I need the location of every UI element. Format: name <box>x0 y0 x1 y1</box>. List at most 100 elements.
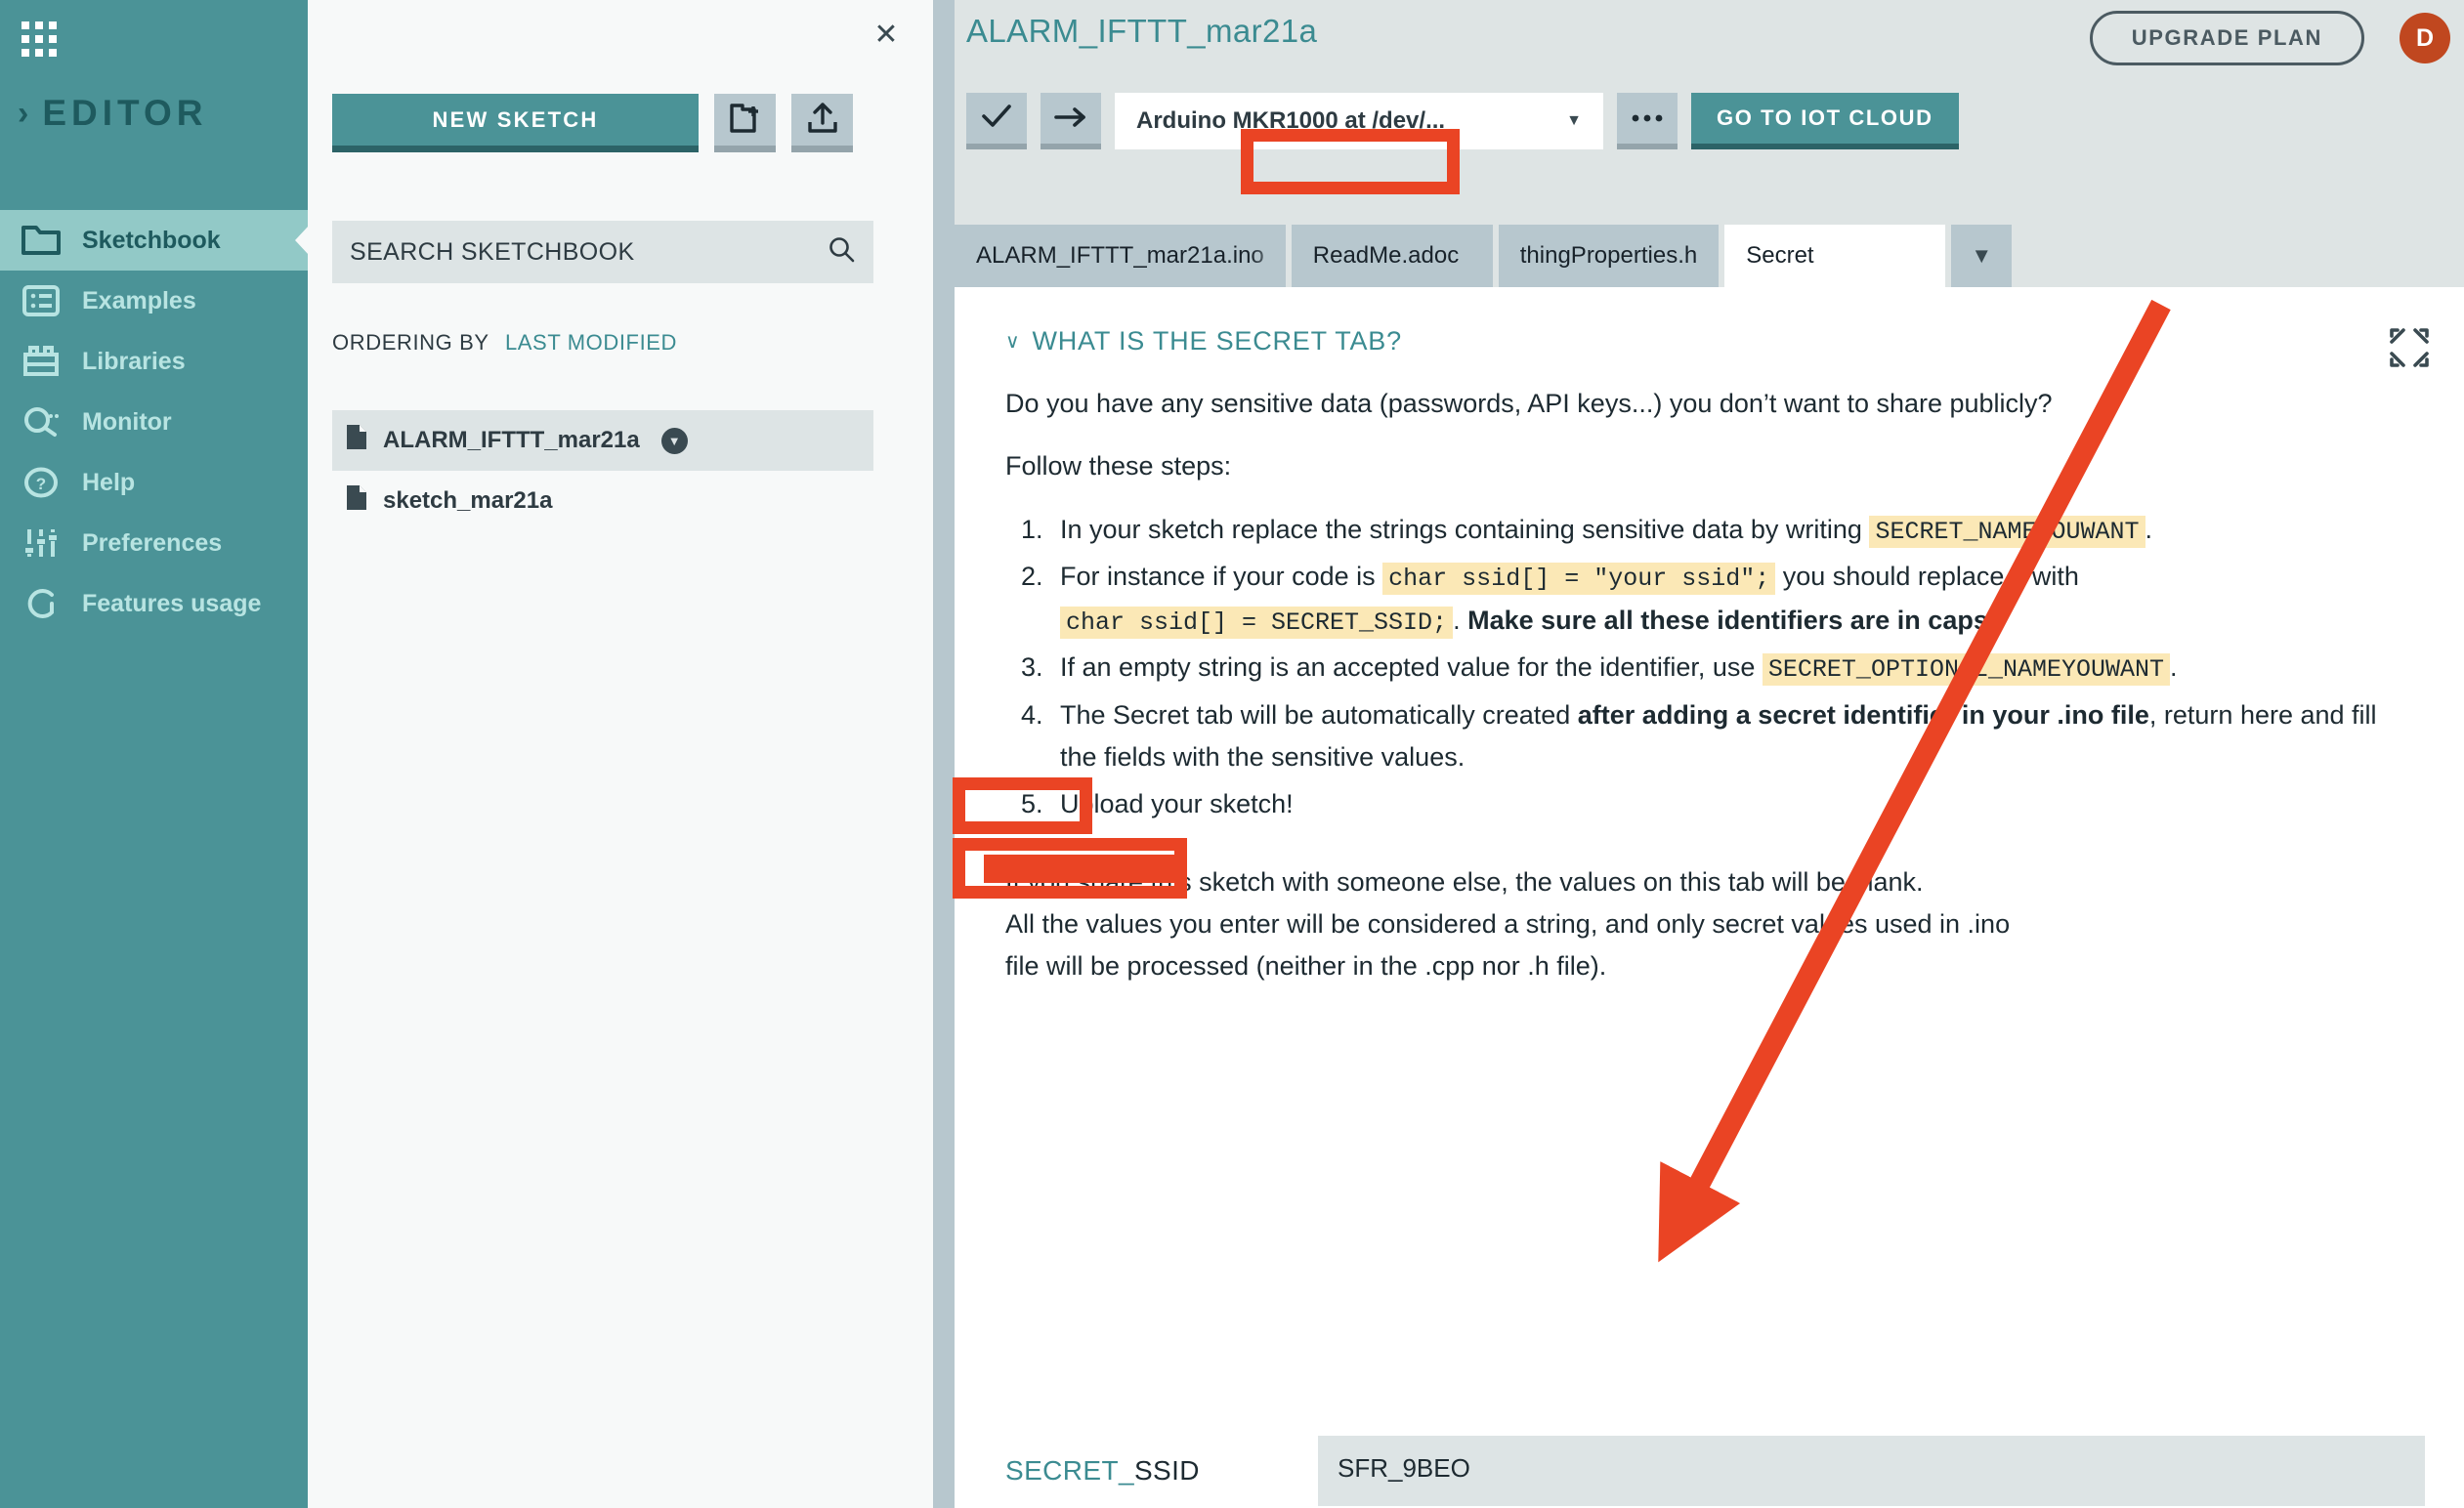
left-sidebar: › EDITOR Sketchbook Examples Libraries M… <box>0 0 308 1508</box>
sidebar-item-examples[interactable]: Examples <box>0 271 308 331</box>
magnifier-icon <box>21 402 61 441</box>
list-item[interactable]: ALARM_IFTTT_mar21a ▼ <box>332 410 873 471</box>
expand-fullscreen-icon[interactable] <box>2386 324 2433 371</box>
section-header[interactable]: ∨ WHAT IS THE SECRET TAB? <box>1005 326 2413 356</box>
file-icon <box>346 484 367 518</box>
apps-grid-icon[interactable] <box>21 21 63 63</box>
question-circle-icon: ? <box>21 463 61 502</box>
main-panel: ALARM_IFTTT_mar21a Arduino MKR1000 at /d… <box>955 0 2464 1508</box>
sidebar-item-help[interactable]: ? Help <box>0 452 308 513</box>
sketch-name: sketch_mar21a <box>383 487 553 514</box>
tab-label: thingProperties.h <box>1519 242 1698 269</box>
list-icon <box>21 281 61 320</box>
sidebar-item-label: Monitor <box>82 407 172 436</box>
step-2-period-a: . <box>1453 605 1461 635</box>
search-input[interactable] <box>350 237 828 267</box>
sketchbook-actions: NEW SKETCH <box>332 94 853 152</box>
tab-label: Secret <box>1746 242 1814 269</box>
chevron-down-icon: ▼ <box>1566 112 1582 129</box>
logo-chevron-icon: › <box>18 95 34 132</box>
sidebar-item-features-usage[interactable]: Features usage <box>0 573 308 634</box>
step-3-code: SECRET_OPTIONAL_NAMEYOUWANT <box>1762 653 2170 687</box>
upload-button[interactable] <box>1041 93 1101 149</box>
chevron-down-icon[interactable]: ▼ <box>660 427 688 454</box>
library-box-icon <box>21 342 61 381</box>
step-2-code-2: char ssid[] = SECRET_SSID; <box>1060 606 1454 639</box>
editor-logo: › EDITOR <box>18 93 207 134</box>
section-title: WHAT IS THE SECRET TAB? <box>1032 326 1402 356</box>
step-2-text-b: you should replace it with <box>1782 562 2079 592</box>
new-sketch-button[interactable]: NEW SKETCH <box>332 94 699 152</box>
avatar[interactable]: D <box>2400 13 2450 63</box>
arrow-right-icon <box>1054 105 1087 133</box>
chevron-down-icon: ∨ <box>1005 331 1021 353</box>
ordering-label: ORDERING BY <box>332 330 489 355</box>
secret-fields: SECRET_SSID SECRET_PASS <box>1005 1436 2425 1508</box>
ellipsis-icon <box>1631 111 1664 126</box>
upload-sketch-button[interactable] <box>791 94 853 152</box>
chevron-down-icon: ▼ <box>1971 243 1993 268</box>
sidebar-item-libraries[interactable]: Libraries <box>0 331 308 392</box>
arduino-web-editor: › EDITOR Sketchbook Examples Libraries M… <box>0 0 2464 1508</box>
sketch-name: ALARM_IFTTT_mar21a <box>383 427 640 453</box>
checkmark-icon <box>981 104 1012 134</box>
board-select-value: Arduino MKR1000 at /dev/... <box>1136 107 1446 134</box>
new-folder-button[interactable] <box>714 94 776 152</box>
step-4: The Secret tab will be automatically cre… <box>1050 694 2413 779</box>
new-folder-icon <box>729 102 762 138</box>
footnote-line-2: All the values you enter will be conside… <box>1005 909 2011 940</box>
tab-secret[interactable]: Secret <box>1724 225 1946 287</box>
ordering-value[interactable]: LAST MODIFIED <box>505 330 677 355</box>
search-icon[interactable] <box>828 236 856 269</box>
secret-row-ssid: SECRET_SSID <box>1005 1436 2425 1506</box>
step-1-period: . <box>2145 514 2153 544</box>
search-sketchbook-box[interactable] <box>332 221 873 283</box>
tab-label: ALARM_IFTTT_mar21a.ino <box>976 242 1264 269</box>
more-options-button[interactable] <box>1617 93 1678 149</box>
secret-name: SSID <box>1133 1455 1200 1486</box>
tab-thingproperties[interactable]: thingProperties.h <box>1498 225 1720 287</box>
step-2-code-1: char ssid[] = "your ssid"; <box>1382 563 1776 596</box>
step-3-text: If an empty string is an accepted value … <box>1060 652 1756 683</box>
step-1: In your sketch replace the strings conta… <box>1050 509 2413 553</box>
file-icon <box>346 424 367 457</box>
sliders-icon <box>21 524 61 563</box>
sidebar-nav: Sketchbook Examples Libraries Monitor ? … <box>0 210 308 634</box>
go-to-iot-cloud-button[interactable]: GO TO IOT CLOUD <box>1691 93 1959 149</box>
sidebar-item-label: Features usage <box>82 589 262 617</box>
step-2: For instance if your code is char ssid[]… <box>1050 556 2413 643</box>
secret-tab-content: ∨ WHAT IS THE SECRET TAB? Do you have an… <box>955 287 2464 1508</box>
step-3-period: . <box>2170 652 2178 683</box>
step-5: Upload your sketch! <box>1050 783 2413 826</box>
tab-readme[interactable]: ReadMe.adoc <box>1291 225 1493 287</box>
gauge-circle-icon <box>21 584 61 623</box>
sidebar-item-label: Sketchbook <box>82 226 221 254</box>
step-1-code: SECRET_NAMEYOUWANT <box>1869 515 2145 548</box>
upgrade-plan-button[interactable]: UPGRADE PLAN <box>2089 11 2364 65</box>
file-tabs: ALARM_IFTTT_mar21a.ino ReadMe.adoc thing… <box>955 225 2464 287</box>
step-5-text: Upload your sketch! <box>1060 789 1294 819</box>
board-select[interactable]: Arduino MKR1000 at /dev/... ▼ <box>1115 93 1603 149</box>
folder-icon <box>21 221 61 260</box>
close-icon[interactable]: ✕ <box>865 13 908 56</box>
footnote: If you share this sketch with someone el… <box>1005 861 2413 988</box>
sidebar-item-sketchbook[interactable]: Sketchbook <box>0 210 308 271</box>
secret-label-ssid: SECRET_SSID <box>1005 1455 1318 1487</box>
intro-text: Do you have any sensitive data (password… <box>1005 384 2413 487</box>
tabs-overflow-button[interactable]: ▼ <box>1951 225 2013 287</box>
verify-button[interactable] <box>966 93 1027 149</box>
sidebar-item-preferences[interactable]: Preferences <box>0 513 308 573</box>
step-2-bold: Make sure all these identifiers are in c… <box>1467 605 1988 635</box>
sidebar-item-monitor[interactable]: Monitor <box>0 392 308 452</box>
footnote-line-1: If you share this sketch with someone el… <box>1005 866 1924 897</box>
sidebar-item-label: Help <box>82 468 136 496</box>
secret-ssid-input[interactable] <box>1318 1436 2425 1506</box>
step-4-bold: after adding a secret identifier in your… <box>1577 699 2149 730</box>
steps-list: In your sketch replace the strings conta… <box>1050 509 2413 826</box>
list-item[interactable]: sketch_mar21a <box>332 471 873 531</box>
tab-ino-file[interactable]: ALARM_IFTTT_mar21a.ino <box>955 225 1286 287</box>
panel-divider[interactable] <box>933 0 955 1508</box>
editor-toolbar: Arduino MKR1000 at /dev/... ▼ GO TO IOT … <box>966 93 1959 149</box>
step-2-text-a: For instance if your code is <box>1060 562 1376 592</box>
sketchbook-panel: ✕ NEW SKETCH ORDERING BY LAST MODIFIED <box>308 0 933 1508</box>
